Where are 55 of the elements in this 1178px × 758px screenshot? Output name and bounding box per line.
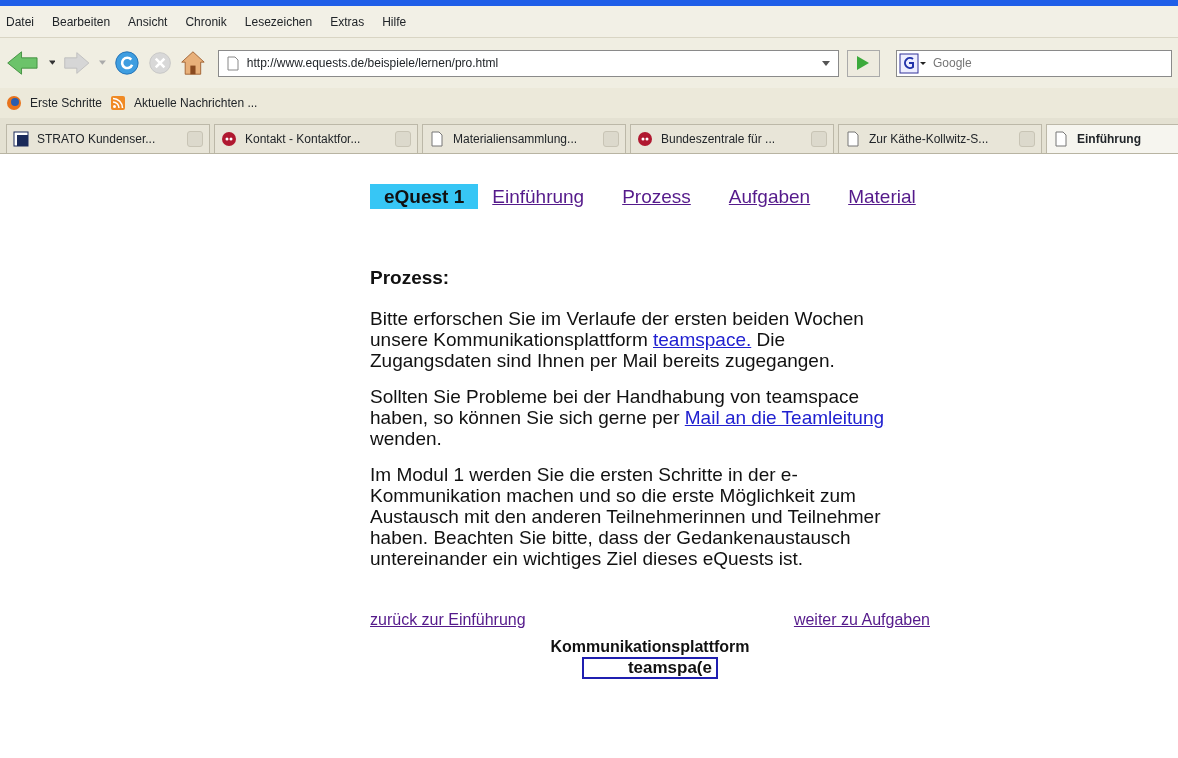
back-icon[interactable] [6,48,41,78]
globe-icon [6,95,22,111]
text-link[interactable]: teamspace. [653,329,752,350]
paragraph: Sollten Sie Probleme bei der Handhabung von teamspace haben, so können Sie sich gerne per Mail an die Teamleitung wenden. [370,386,886,449]
go-button[interactable] [846,49,880,77]
section-link[interactable]: Aufgaben [728,186,811,207]
paragraph: Im Modul 1 werden Sie die ersten Schritte in der e-Kommunikation machen und so die erste Möglichkeit zum Austausch mit den anderen Teilnehmerinnen und Teilnehmer haben. Beachten Sie bitte, dass der Gedankenaustausch untereinander ein wichtiges Ziel dieses eQuests ist. [370,464,882,569]
menu-item[interactable]: Extras [330,12,365,31]
page-icon [429,131,445,147]
browser-tab[interactable]: Zur Käthe-Kollwitz-S... [838,124,1042,153]
home-icon[interactable] [179,48,206,78]
menu-item[interactable]: Ansicht [128,12,168,31]
menu-item[interactable]: Lesezeichen [244,12,313,31]
tab-close-button[interactable] [603,131,619,147]
logo[interactable]: teamspa(e [582,657,718,679]
menu-item[interactable]: Bearbeiten [52,12,111,31]
tab-close-button[interactable] [187,131,203,147]
browser-tab[interactable]: Bundeszentrale für ... [630,124,834,153]
menu-item[interactable]: Chronik [185,12,227,31]
dropdown-caret-icon[interactable] [48,60,56,66]
browser-tab[interactable]: Materialiensammlung... [422,124,626,153]
reload-icon[interactable] [113,48,140,78]
section-link[interactable]: Material [848,186,916,207]
address-field[interactable]: http://www.equests.de/beispiele/lernen/pro.html [217,49,839,77]
back-link[interactable]: zurück zur Einführung [370,609,526,630]
play-icon [856,55,871,71]
browser-tab[interactable]: Einführung [1046,124,1178,153]
browser-tab[interactable]: Kontakt - Kontaktfor... [214,124,418,153]
search-field[interactable]: Google [896,49,1172,77]
section-link[interactable]: Einführung [492,186,585,207]
browser-tab[interactable]: STRATO Kundenser... [6,124,210,153]
menu-item[interactable]: Hilfe [382,12,407,31]
search-engine-icon[interactable] [897,50,927,76]
bookmark-link[interactable]: Aktuelle Nachrichten ... [134,94,258,112]
bookmark-link[interactable]: Erste Schritte [30,94,103,112]
forward-icon[interactable] [63,50,91,76]
menu-item[interactable]: Datei [6,12,34,31]
paragraph: Bitte erforschen Sie im Verlaufe der ersten beiden Wochen unsere Kommunikationsplattform teamspace. Die Zugangsdaten sind Ihnen per Mail bereits zugegangen. [370,308,865,371]
current-section-label[interactable]: eQuest 1 [370,184,479,209]
round-logo-icon [221,131,237,147]
tab-close-button[interactable] [811,131,827,147]
page-icon [226,55,239,71]
next-link[interactable]: weiter zu Aufgaben [793,609,930,630]
tab-close-button[interactable] [395,131,411,147]
section-link[interactable]: Prozess [622,186,691,207]
section-heading: Prozess: [370,267,451,288]
stop-icon[interactable] [147,49,172,77]
page-icon [845,131,861,147]
feed-icon [110,95,127,111]
square-logo-icon [13,131,29,147]
round-logo-icon [637,131,653,147]
page-icon [1053,131,1069,147]
text-link[interactable]: Mail an die Teamleitung [684,407,885,428]
tab-close-button[interactable] [1019,131,1035,147]
footer-title: Kommunikationsplattform [550,637,750,657]
